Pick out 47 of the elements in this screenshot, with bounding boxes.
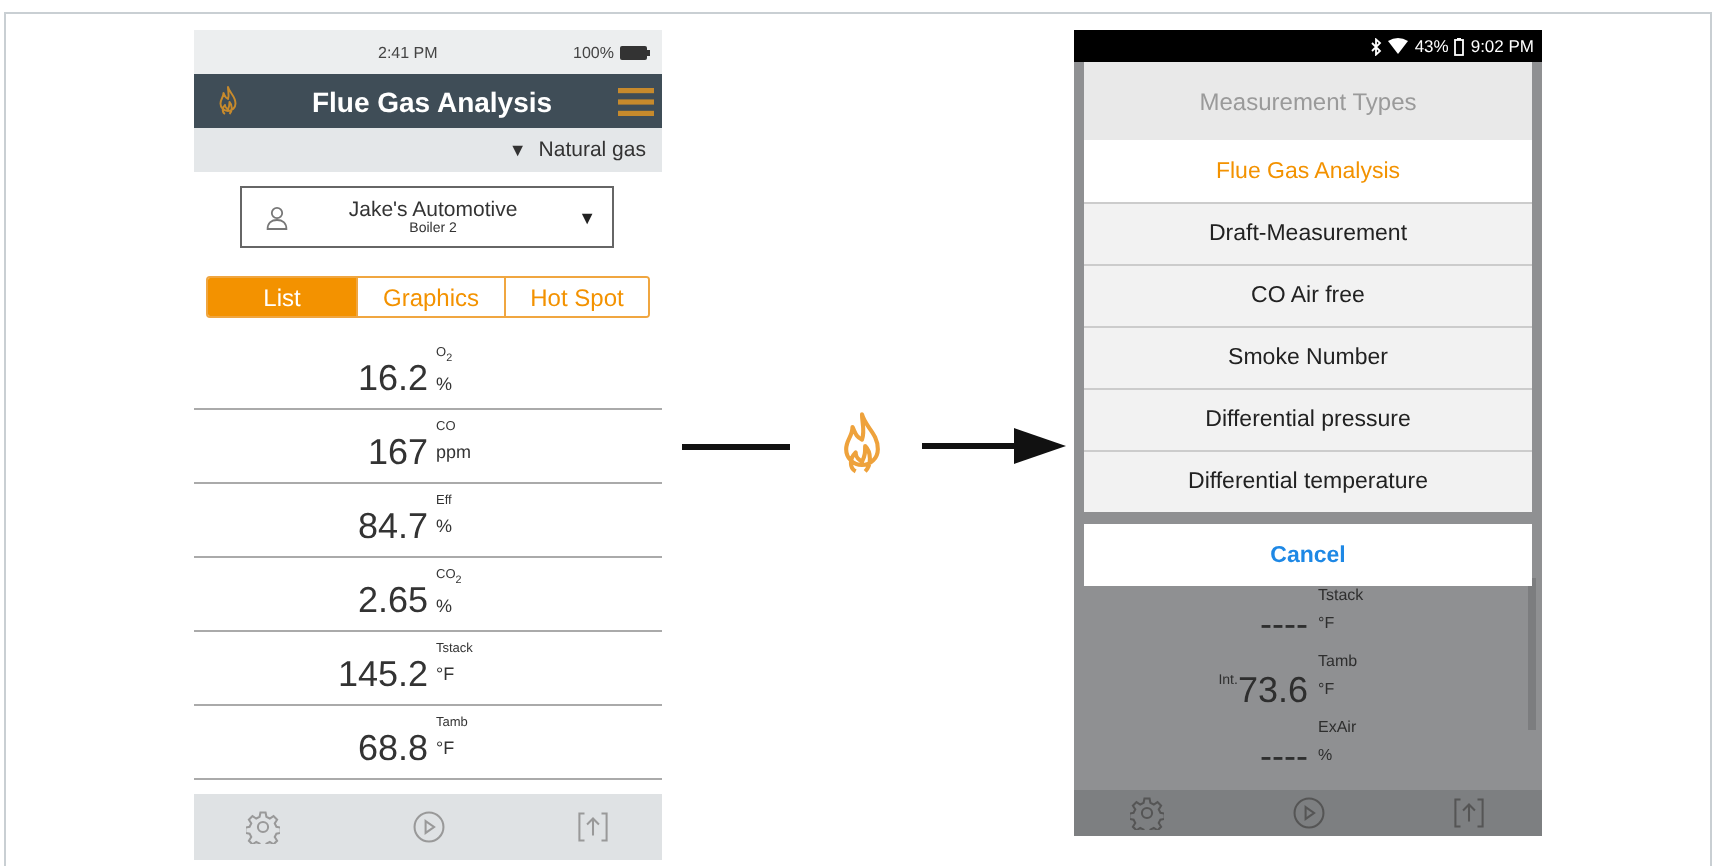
- unit-label: °F: [436, 662, 457, 688]
- status-time: 2:41 PM: [378, 43, 440, 61]
- unit-label: %: [436, 372, 453, 399]
- wifi-icon: [1388, 38, 1409, 54]
- menu-icon[interactable]: [618, 85, 654, 117]
- settings-icon[interactable]: [246, 810, 280, 844]
- arrow: [922, 424, 1066, 468]
- parameter-label: Tstack: [1318, 586, 1364, 604]
- dropdown-arrow: ▼: [578, 207, 596, 227]
- battery-icon: [620, 45, 650, 59]
- unit-label: %: [436, 514, 453, 540]
- status-time: 9:02 PM: [1470, 36, 1534, 56]
- battery-level: 100%: [573, 43, 614, 61]
- reading-value: 16.2: [355, 355, 428, 399]
- play-icon[interactable]: [411, 810, 445, 844]
- customer-name: Jake's Automotive: [348, 198, 518, 222]
- dialog-title: Measurement Types: [1084, 62, 1532, 140]
- reading-value: ----: [1260, 736, 1308, 778]
- battery-icon: [1454, 37, 1465, 55]
- parameter-label: ExAir: [1318, 718, 1357, 736]
- unit-label: %: [1318, 746, 1335, 764]
- battery-level: 43%: [1414, 36, 1449, 56]
- dropdown-arrow: ▼: [508, 140, 527, 160]
- connector-line: [682, 443, 790, 449]
- parameter-label: Tamb: [1318, 652, 1358, 670]
- reading-value: 84.7: [355, 503, 428, 547]
- upload-icon[interactable]: [576, 810, 610, 844]
- bluetooth-icon: [1370, 37, 1383, 55]
- unit-label: °F: [436, 736, 457, 762]
- cancel-button[interactable]: Cancel: [1084, 524, 1532, 586]
- fuel-label: Natural gas: [538, 138, 646, 162]
- settings-icon[interactable]: [1130, 796, 1164, 830]
- reading-value: 145.2: [335, 651, 428, 695]
- reading-value: ----: [1260, 604, 1308, 646]
- play-icon[interactable]: [1291, 796, 1325, 830]
- reading-value: 73.6: [1237, 670, 1308, 712]
- reading-value: 167: [365, 429, 428, 473]
- unit-label: °F: [1318, 614, 1337, 632]
- unit-label: °F: [1318, 680, 1337, 698]
- upload-icon[interactable]: [1452, 796, 1486, 830]
- reading-value: 2.65: [355, 577, 428, 621]
- reading-value: 68.8: [355, 725, 428, 769]
- fuel-selector[interactable]: ▼ Natural gas: [194, 128, 662, 172]
- unit-label: ppm: [436, 440, 472, 466]
- screen-title: Flue Gas Analysis: [309, 85, 555, 117]
- unit-label: %: [436, 594, 455, 621]
- person-icon: [266, 205, 288, 229]
